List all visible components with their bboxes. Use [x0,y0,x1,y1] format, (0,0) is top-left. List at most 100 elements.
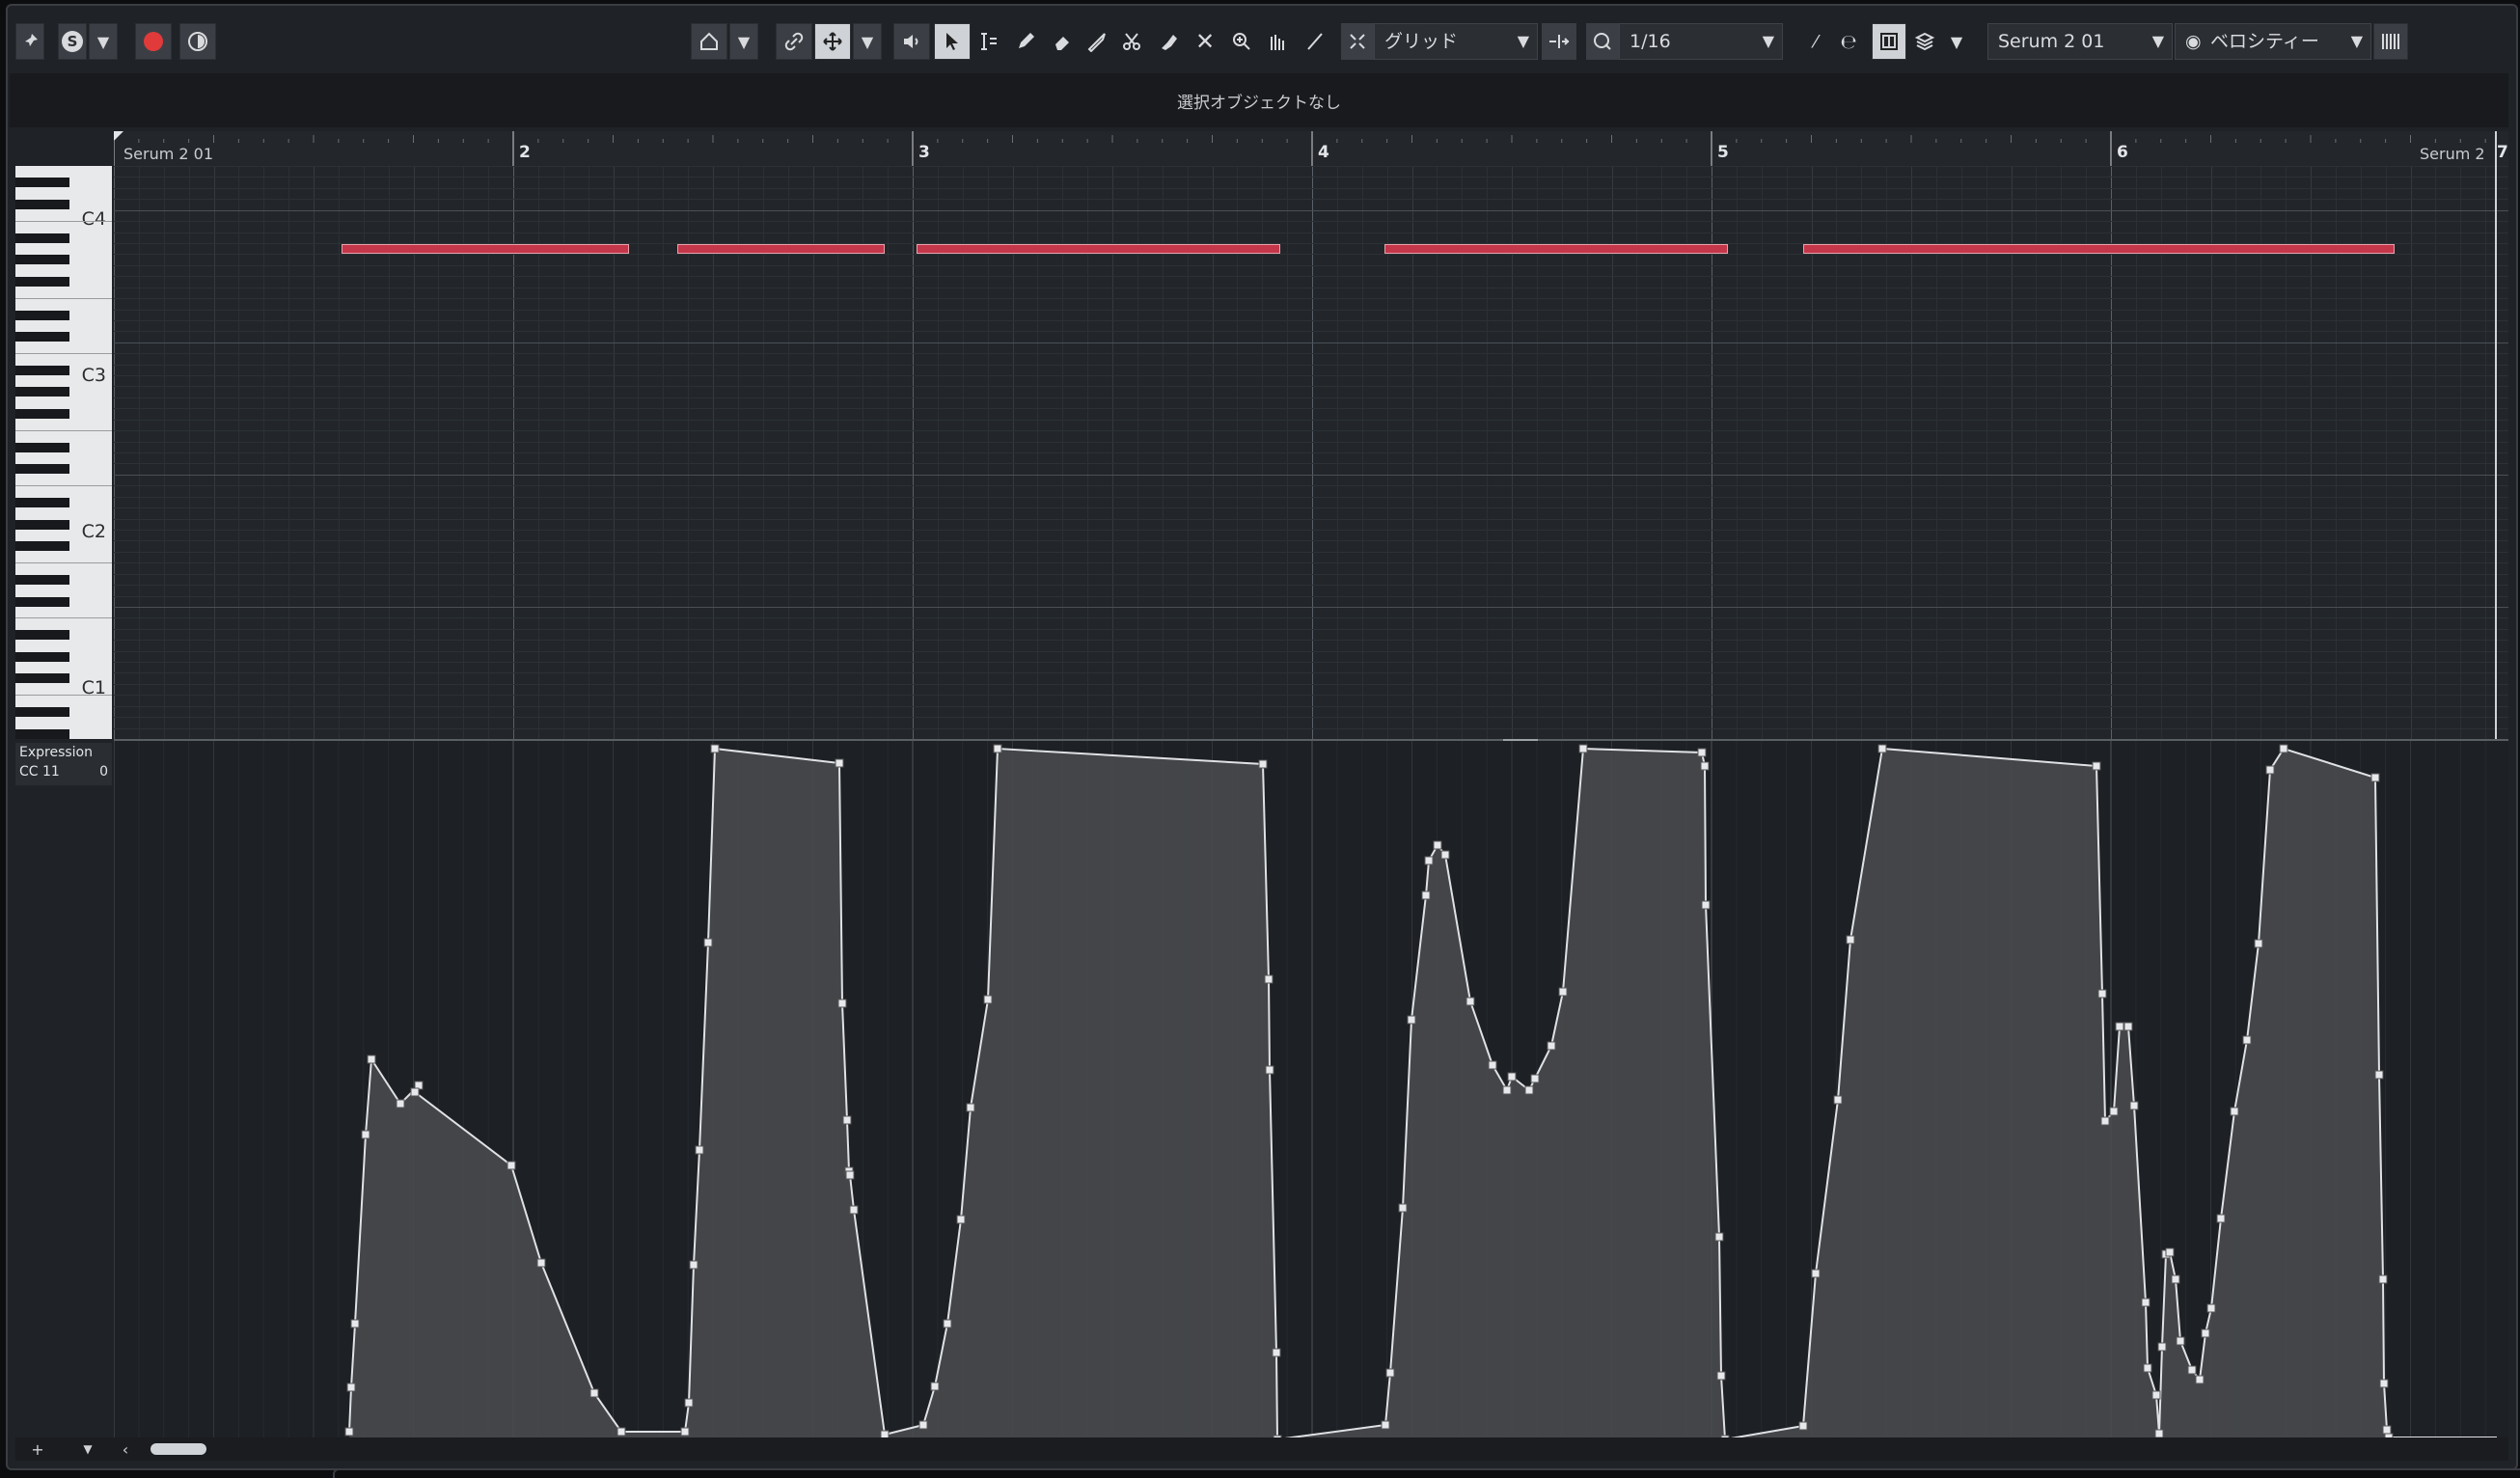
controller-event-handle[interactable] [1488,1060,1497,1070]
trim-tool[interactable] [1081,23,1113,60]
controller-event-handle[interactable] [2206,1303,2216,1313]
controller-event-handle[interactable] [680,1427,690,1437]
black-key[interactable] [15,365,69,375]
controller-event-handle[interactable] [1265,1065,1274,1075]
black-key[interactable] [15,651,69,662]
black-key[interactable] [15,596,69,607]
controller-event-handle[interactable] [2115,1022,2124,1031]
controller-event-handle[interactable] [1524,1085,1534,1095]
controller-event-handle[interactable] [2265,765,2275,775]
keyboard-layout-button[interactable] [2373,23,2408,60]
black-key[interactable] [15,673,69,684]
scroll-left-button[interactable]: ‹ [116,1439,135,1459]
controller-event-handle[interactable] [710,744,720,753]
black-key[interactable] [15,233,69,243]
quantize-preset-button[interactable]: ⁄ [1800,23,1831,60]
controller-event-handle[interactable] [1547,1041,1556,1051]
controller-event-handle[interactable] [1877,744,1887,753]
black-key[interactable] [15,497,69,507]
controller-event-handle[interactable] [1507,1072,1517,1081]
black-key[interactable] [15,387,69,397]
controller-event-handle[interactable] [616,1427,626,1437]
black-key[interactable] [15,178,69,188]
controller-event-handle[interactable] [2100,1116,2110,1126]
show-info-button[interactable] [1872,23,1906,60]
layers-dropdown[interactable]: ▼ [1943,23,1970,60]
midi-note[interactable] [1803,243,2395,254]
controller-event-handle[interactable] [1798,1421,1808,1431]
solo-button[interactable]: S [58,23,87,60]
controller-event-handle[interactable] [956,1215,966,1224]
controller-event-handle[interactable] [993,744,1002,753]
glue-tool[interactable] [1152,23,1185,60]
controller-event-handle[interactable] [1558,987,1568,997]
note-color-dropdown[interactable]: ◉ ベロシティー ▼ [2175,23,2371,60]
line-draw-tool[interactable] [1299,23,1331,60]
controller-event-handle[interactable] [396,1099,405,1108]
acoustic-feedback-button[interactable] [179,23,216,60]
controller-event-handle[interactable] [1833,1095,1843,1105]
controller-event-handle[interactable] [367,1054,376,1064]
controller-event-handle[interactable] [1407,1015,1416,1025]
midi-note[interactable] [676,243,885,254]
iterative-quantize-button[interactable]: ℮ [1833,23,1864,60]
controller-event-handle[interactable] [2157,1342,2167,1352]
mute-tool[interactable]: ✕ [1189,23,1221,60]
controller-event-handle[interactable] [1385,1368,1395,1378]
split-tool[interactable] [1115,23,1148,60]
controller-event-handle[interactable] [918,1420,928,1430]
controller-event-handle[interactable] [2171,1274,2180,1284]
midi-note[interactable] [341,243,630,254]
controller-event-handle[interactable] [2378,1274,2388,1284]
controller-event-handle[interactable] [2379,1379,2389,1388]
controller-event-handle[interactable] [346,1382,356,1392]
controller-event-handle[interactable] [943,1319,952,1328]
controller-event-handle[interactable] [2165,1247,2175,1257]
range-selection-tool[interactable] [972,23,1005,60]
black-key[interactable] [15,541,69,552]
controller-event-handle[interactable] [2154,1429,2164,1437]
midi-note[interactable] [1383,243,1728,254]
snap-to-zero-button[interactable] [1542,23,1576,60]
controller-event-handle[interactable] [1421,890,1431,900]
black-key[interactable] [15,728,69,739]
grid-snap-toggle[interactable] [1341,23,1374,60]
controller-event-handle[interactable] [1811,1269,1821,1278]
controller-lane-header[interactable]: Expression CC 11 0 [15,743,112,785]
solo-dropdown[interactable]: ▼ [89,23,118,60]
controller-event-handle[interactable] [344,1427,354,1437]
add-lane-button[interactable]: + [23,1439,52,1459]
black-key[interactable] [15,200,69,210]
controller-event-handle[interactable] [2151,1390,2161,1400]
black-key[interactable] [15,409,69,420]
controller-event-handle[interactable] [2141,1298,2150,1307]
controller-event-handle[interactable] [589,1388,599,1398]
black-key[interactable] [15,706,69,717]
grid-type-dropdown[interactable]: グリッド ▼ [1374,23,1538,60]
layers-button[interactable] [1908,23,1941,60]
auto-scroll-button[interactable] [691,23,727,60]
piano-keyboard[interactable]: C4 C3 C2 C1 [15,166,112,739]
controller-event-handle[interactable] [1700,761,1710,771]
line-tool[interactable] [1262,23,1295,60]
black-key[interactable] [15,310,69,320]
controller-event-handle[interactable] [2374,1070,2384,1080]
controller-event-handle[interactable] [2092,761,2101,771]
black-key[interactable] [15,464,69,475]
controller-event-handle[interactable] [880,1430,890,1437]
controller-event-handle[interactable] [1258,759,1268,769]
black-key[interactable] [15,277,69,287]
controller-event-handle[interactable] [835,758,844,768]
quantize-dropdown[interactable]: 1/16 ▼ [1619,23,1783,60]
controller-event-handle[interactable] [1272,1348,1281,1357]
auto-scroll-dropdown[interactable]: ▼ [729,23,758,60]
controller-event-handle[interactable] [849,1205,859,1215]
lane-menu-button[interactable]: ▼ [73,1439,102,1459]
controller-lane[interactable] [114,741,2508,1437]
controller-event-handle[interactable] [2129,1101,2139,1110]
controller-event-handle[interactable] [689,1260,698,1270]
controller-event-handle[interactable] [1433,840,1442,850]
controller-event-handle[interactable] [930,1382,940,1391]
controller-event-handle[interactable] [1846,935,1855,944]
snap-mode-dropdown[interactable]: ▼ [853,23,882,60]
